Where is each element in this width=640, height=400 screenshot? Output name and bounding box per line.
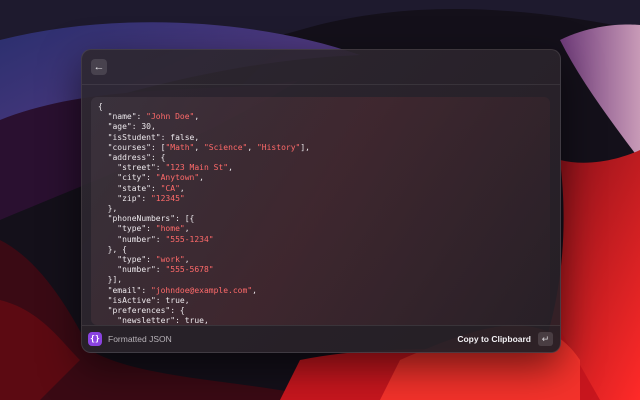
- json-string-value: "555-1234": [165, 234, 214, 244]
- json-string-value: "555-5678": [165, 265, 214, 275]
- json-string-value: "John Doe": [146, 112, 195, 122]
- code-line: }],: [98, 275, 310, 285]
- json-token: }, {: [98, 244, 127, 254]
- code-line: "name": "John Doe",: [98, 112, 310, 122]
- json-token: "street":: [98, 163, 166, 173]
- code-line: "phoneNumbers": [{: [98, 214, 310, 224]
- json-string-value: "home": [155, 224, 185, 234]
- code-line: "email": "johndoe@example.com",: [98, 286, 310, 296]
- json-token: "name":: [98, 112, 147, 122]
- json-code-block: { "name": "John Doe", "age": 30, "isStud…: [98, 102, 310, 325]
- json-token: ,: [194, 112, 200, 122]
- json-string-value: "12345": [150, 193, 185, 203]
- curly-braces-icon: {}: [88, 332, 102, 346]
- return-key-icon[interactable]: ↵: [538, 332, 553, 346]
- code-line: "state": "CA",: [98, 184, 310, 194]
- json-output-panel[interactable]: { "name": "John Doe", "age": 30, "isStud…: [91, 97, 550, 325]
- code-line: "type": "work",: [98, 255, 310, 265]
- json-token: ,: [184, 224, 190, 234]
- code-line: "number": "555-1234": [98, 235, 310, 245]
- json-string-value: "Science": [203, 142, 248, 152]
- json-string-value: "work": [155, 255, 185, 265]
- code-line: "type": "home",: [98, 224, 310, 234]
- code-line: "courses": ["Math", "Science", "History"…: [98, 143, 310, 153]
- json-token: "isStudent": false,: [98, 132, 200, 142]
- json-token: ,: [252, 285, 257, 295]
- code-line: "city": "Anytown",: [98, 173, 310, 183]
- window-toolbar: ←: [82, 50, 560, 85]
- json-token: ,: [194, 142, 204, 152]
- json-token: "type":: [98, 255, 156, 265]
- json-token: "newsletter": true,: [98, 316, 209, 325]
- json-token: "email":: [98, 285, 151, 295]
- json-string-value: "Anytown": [155, 173, 200, 183]
- json-token: "city":: [98, 173, 156, 183]
- json-token: ,: [184, 255, 190, 265]
- json-string-value: "johndoe@example.com": [150, 285, 253, 295]
- json-token: "state":: [98, 183, 161, 193]
- json-token: }],: [98, 275, 123, 285]
- json-token: ,: [199, 173, 204, 183]
- json-token: ],: [300, 142, 310, 152]
- code-line: "zip": "12345": [98, 194, 310, 204]
- json-token: "type":: [98, 224, 156, 234]
- code-line: {: [98, 102, 310, 112]
- json-token: "isActive": true,: [98, 295, 190, 305]
- code-line: "isActive": true,: [98, 296, 310, 306]
- code-line: "number": "555-5678": [98, 265, 310, 275]
- json-token: "zip":: [98, 193, 151, 203]
- json-token: {: [98, 102, 103, 111]
- json-token: ,: [247, 142, 257, 152]
- json-string-value: "History": [256, 142, 301, 152]
- json-string-value: "CA": [160, 183, 180, 193]
- json-token: ,: [179, 183, 185, 193]
- json-token: "age": 30,: [98, 122, 156, 132]
- footer-title: Formatted JSON: [108, 334, 172, 344]
- copy-to-clipboard-button[interactable]: Copy to Clipboard: [457, 334, 531, 344]
- json-token: "preferences": {: [98, 306, 185, 316]
- code-line: "isStudent": false,: [98, 133, 310, 143]
- json-formatter-window: ← { "name": "John Doe", "age": 30, "isSt…: [81, 49, 561, 353]
- action-bar: {} Formatted JSON Copy to Clipboard ↵: [82, 325, 560, 352]
- code-line: "address": {: [98, 153, 310, 163]
- json-string-value: "Math": [165, 142, 195, 152]
- json-token: "courses": [: [98, 142, 166, 152]
- json-token: "address": {: [98, 153, 166, 163]
- json-token: "phoneNumbers": [{: [98, 214, 195, 224]
- json-token: "number":: [98, 265, 166, 275]
- arrow-left-icon[interactable]: ←: [91, 59, 107, 75]
- code-line: "age": 30,: [98, 122, 310, 132]
- code-line: "street": "123 Main St",: [98, 163, 310, 173]
- json-token: },: [98, 204, 118, 214]
- json-token: ,: [228, 163, 233, 173]
- code-line: "newsletter": true,: [98, 316, 310, 325]
- json-string-value: "123 Main St": [165, 163, 229, 173]
- code-line: "preferences": {: [98, 306, 310, 316]
- code-line: },: [98, 204, 310, 214]
- json-token: "number":: [98, 234, 166, 244]
- code-line: }, {: [98, 245, 310, 255]
